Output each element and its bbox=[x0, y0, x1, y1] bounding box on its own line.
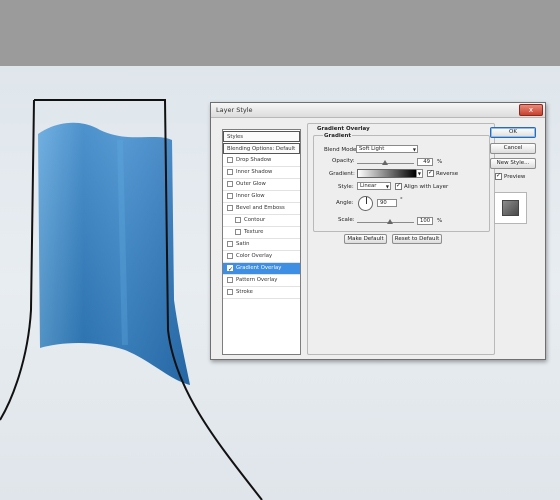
style-label: Style: bbox=[338, 184, 354, 190]
style-item[interactable]: Satin bbox=[223, 239, 300, 251]
style-item[interactable]: Texture bbox=[223, 227, 300, 239]
preview-checkbox[interactable] bbox=[495, 172, 502, 180]
scale-slider-thumb[interactable] bbox=[387, 219, 393, 224]
angle-value: 90 bbox=[380, 200, 387, 206]
style-item-checkbox[interactable] bbox=[235, 217, 241, 223]
angle-label: Angle: bbox=[336, 200, 354, 206]
style-item-label: Satin bbox=[236, 241, 250, 247]
scale-label: Scale: bbox=[338, 217, 355, 223]
styles-list: Styles Blending Options: Default Drop Shad… bbox=[222, 129, 301, 355]
style-item-checkbox[interactable] bbox=[227, 205, 233, 211]
dialog-titlebar[interactable]: Layer Style x bbox=[211, 103, 545, 118]
blend-mode-value: Soft Light bbox=[359, 146, 385, 152]
opacity-label: Opacity: bbox=[332, 158, 355, 164]
new-style-button[interactable]: New Style... bbox=[490, 158, 536, 169]
chevron-down-icon: ▼ bbox=[417, 171, 421, 176]
preview-swatch bbox=[502, 200, 519, 216]
blend-mode-label: Blend Mode: bbox=[324, 147, 359, 153]
style-item-checkbox[interactable] bbox=[227, 157, 233, 163]
make-default-button[interactable]: Make Default bbox=[344, 234, 387, 244]
preview-label: Preview bbox=[504, 174, 526, 180]
style-item-label: Inner Shadow bbox=[236, 169, 273, 175]
style-item[interactable]: Blending Options: Default bbox=[223, 143, 300, 154]
style-item-checkbox[interactable] bbox=[227, 181, 233, 187]
gradient-label: Gradient: bbox=[329, 171, 355, 177]
style-item[interactable]: Bevel and Emboss bbox=[223, 203, 300, 215]
reverse-checkbox[interactable] bbox=[427, 169, 434, 177]
style-item-label: Pattern Overlay bbox=[236, 277, 278, 283]
style-item[interactable]: Contour bbox=[223, 215, 300, 227]
style-item-checkbox[interactable] bbox=[235, 229, 241, 235]
scale-percent: % bbox=[437, 218, 443, 224]
chevron-down-icon: ▼ bbox=[385, 184, 389, 189]
style-item-checkbox[interactable] bbox=[227, 264, 233, 275]
scale-value: 100 bbox=[420, 218, 431, 224]
style-select[interactable]: Linear ▼ bbox=[357, 182, 391, 190]
style-item-checkbox[interactable] bbox=[227, 241, 233, 247]
angle-input[interactable]: 90 bbox=[377, 199, 397, 207]
style-item-label: Color Overlay bbox=[236, 253, 273, 259]
gradient-swatch[interactable] bbox=[357, 169, 417, 178]
scale-input[interactable]: 100 bbox=[417, 217, 433, 225]
style-item-checkbox[interactable] bbox=[227, 277, 233, 283]
style-item-label: Blending Options: Default bbox=[227, 146, 296, 152]
style-item-checkbox[interactable] bbox=[227, 289, 233, 295]
scale-slider[interactable] bbox=[357, 222, 414, 223]
preview-thumbnail bbox=[494, 192, 527, 224]
style-item-label: Contour bbox=[244, 217, 266, 223]
cancel-button[interactable]: Cancel bbox=[490, 143, 536, 154]
style-item[interactable]: Drop Shadow bbox=[223, 155, 300, 167]
style-item[interactable]: Pattern Overlay bbox=[223, 275, 300, 287]
blend-mode-select[interactable]: Soft Light ▼ bbox=[356, 145, 418, 153]
opacity-slider-thumb[interactable] bbox=[381, 160, 388, 165]
align-with-layer-label: Align with Layer bbox=[404, 184, 449, 190]
angle-dial[interactable] bbox=[358, 196, 373, 211]
align-with-layer-checkbox[interactable] bbox=[395, 182, 402, 190]
style-item-checkbox[interactable] bbox=[227, 193, 233, 199]
style-item-label: Texture bbox=[244, 229, 264, 235]
style-item[interactable]: Inner Glow bbox=[223, 191, 300, 203]
style-item-label: Outer Glow bbox=[236, 181, 266, 187]
dialog-title: Layer Style bbox=[216, 106, 253, 114]
gradient-dropdown[interactable]: ▼ bbox=[416, 169, 423, 178]
layer-style-dialog: Layer Style x Styles Blending Options: De… bbox=[210, 102, 546, 360]
style-item-label: Styles bbox=[227, 134, 244, 140]
style-item[interactable]: Inner Shadow bbox=[223, 167, 300, 179]
style-item[interactable]: Styles bbox=[223, 131, 300, 142]
opacity-input[interactable]: 49 bbox=[417, 158, 433, 166]
style-item-label: Stroke bbox=[236, 289, 253, 295]
angle-degree: ° bbox=[400, 197, 403, 203]
chevron-down-icon: ▼ bbox=[412, 147, 416, 152]
opacity-percent: % bbox=[437, 159, 443, 165]
group-title: Gradient bbox=[323, 133, 353, 139]
angle-dial-line bbox=[365, 197, 367, 204]
style-item-label: Drop Shadow bbox=[236, 157, 272, 163]
reset-to-default-button[interactable]: Reset to Default bbox=[392, 234, 442, 244]
style-item[interactable]: Color Overlay bbox=[223, 251, 300, 263]
style-item-checkbox[interactable] bbox=[227, 253, 233, 259]
style-item-label: Inner Glow bbox=[236, 193, 265, 199]
section-title: Gradient Overlay bbox=[317, 126, 370, 132]
reverse-label: Reverse bbox=[436, 171, 459, 177]
style-item[interactable]: Outer Glow bbox=[223, 179, 300, 191]
style-item-label: Bevel and Emboss bbox=[236, 205, 285, 211]
close-button[interactable]: x bbox=[519, 104, 543, 116]
opacity-value: 49 bbox=[423, 159, 430, 165]
ok-button[interactable]: OK bbox=[490, 127, 536, 138]
style-item[interactable]: Gradient Overlay bbox=[223, 263, 300, 275]
style-item-checkbox[interactable] bbox=[227, 169, 233, 175]
close-icon: x bbox=[528, 106, 534, 114]
style-value: Linear bbox=[360, 183, 377, 189]
style-item[interactable]: Stroke bbox=[223, 287, 300, 299]
style-item-label: Gradient Overlay bbox=[236, 265, 282, 271]
